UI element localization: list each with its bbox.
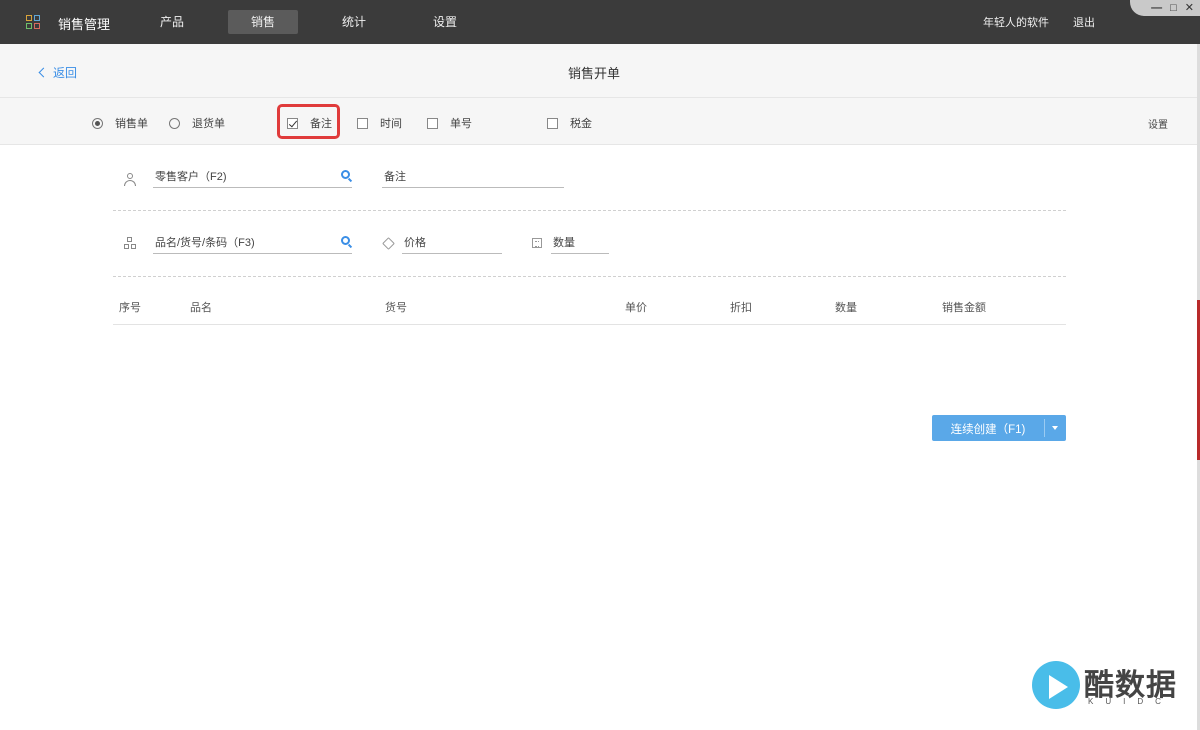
create-button-label: 连续创建（F1) [950, 424, 1026, 436]
user-label[interactable]: 年轻人的软件 [983, 14, 1049, 30]
product-input[interactable]: 品名/货号/条码（F3) [153, 232, 352, 254]
options-bar: 销售单 退货单 备注 时间 单号 税金 设置 [0, 98, 1200, 145]
page-title: 销售开单 [567, 66, 620, 81]
checkbox-label: 时间 [380, 118, 402, 130]
play-logo-icon [1032, 661, 1080, 709]
checkbox-label: 税金 [570, 118, 592, 130]
page-header: 返回 销售开单 [0, 44, 1200, 98]
price-placeholder: 价格 [404, 237, 426, 249]
radio-return-order[interactable]: 退货单 [169, 115, 225, 131]
divider [113, 210, 1066, 211]
app-grid-icon [26, 15, 40, 29]
product-placeholder: 品名/货号/条码（F3) [155, 237, 255, 249]
divider [113, 276, 1066, 277]
checkbox-order-number[interactable]: 单号 [427, 115, 472, 131]
price-input[interactable]: 价格 [402, 232, 502, 254]
close-icon[interactable]: ✕ [1185, 1, 1194, 15]
options-settings-link[interactable]: 设置 [1148, 116, 1168, 131]
checkbox-label: 单号 [450, 118, 472, 130]
search-icon[interactable] [341, 236, 350, 245]
remark-input[interactable]: 备注 [382, 166, 564, 188]
caret-down-icon[interactable] [1052, 426, 1058, 430]
checkbox-time[interactable]: 时间 [357, 115, 402, 131]
highlight-box [277, 104, 340, 139]
tab-statistics[interactable]: 统计 [319, 10, 389, 34]
quantity-input[interactable]: 数量 [551, 232, 609, 254]
column-header-discount: 折扣 [730, 302, 752, 314]
column-header-amount: 销售金额 [942, 302, 986, 314]
user-icon [124, 173, 136, 186]
column-header-name: 品名 [190, 302, 212, 314]
maximize-icon[interactable]: □ [1170, 1, 1177, 15]
checkbox-tax[interactable]: 税金 [547, 115, 592, 131]
top-bar: 销售管理 产品 销售 统计 设置 年轻人的软件 退出 — □ ✕ [0, 0, 1200, 44]
table-header-divider [113, 324, 1066, 325]
logout-link[interactable]: 退出 [1073, 14, 1095, 30]
minimize-icon[interactable]: — [1151, 1, 1162, 15]
app-title: 销售管理 [58, 17, 111, 32]
search-icon[interactable] [341, 170, 350, 179]
watermark-logo: 酷数据 KUIDC [1032, 659, 1182, 711]
button-separator [1044, 419, 1045, 437]
window-controls: — □ ✕ [1130, 0, 1200, 16]
column-header-index: 序号 [119, 302, 141, 314]
customer-placeholder: 零售客户（F2) [155, 171, 227, 183]
radio-label: 退货单 [192, 118, 225, 130]
radio-label: 销售单 [115, 118, 148, 130]
checkbox-icon [357, 117, 368, 129]
radio-icon [169, 117, 180, 129]
column-header-quantity: 数量 [835, 302, 857, 314]
checkbox-icon [427, 117, 438, 129]
column-header-sku: 货号 [385, 302, 407, 314]
customer-input[interactable]: 零售客户（F2) [153, 166, 352, 188]
radio-sales-order[interactable]: 销售单 [92, 115, 148, 131]
watermark-subtext: KUIDC [1088, 697, 1173, 706]
radio-selected-icon [92, 117, 103, 129]
tab-products[interactable]: 产品 [137, 10, 207, 34]
tab-sales[interactable]: 销售 [228, 10, 298, 34]
quantity-icon [532, 238, 542, 248]
column-header-unit-price: 单价 [625, 302, 647, 314]
price-tag-icon [382, 237, 395, 250]
checkbox-icon [547, 117, 558, 129]
continuous-create-button[interactable]: 连续创建（F1) [932, 415, 1066, 441]
quantity-placeholder: 数量 [553, 237, 575, 249]
remark-placeholder: 备注 [384, 171, 406, 183]
product-tree-icon [124, 237, 136, 249]
tab-settings[interactable]: 设置 [410, 10, 480, 34]
